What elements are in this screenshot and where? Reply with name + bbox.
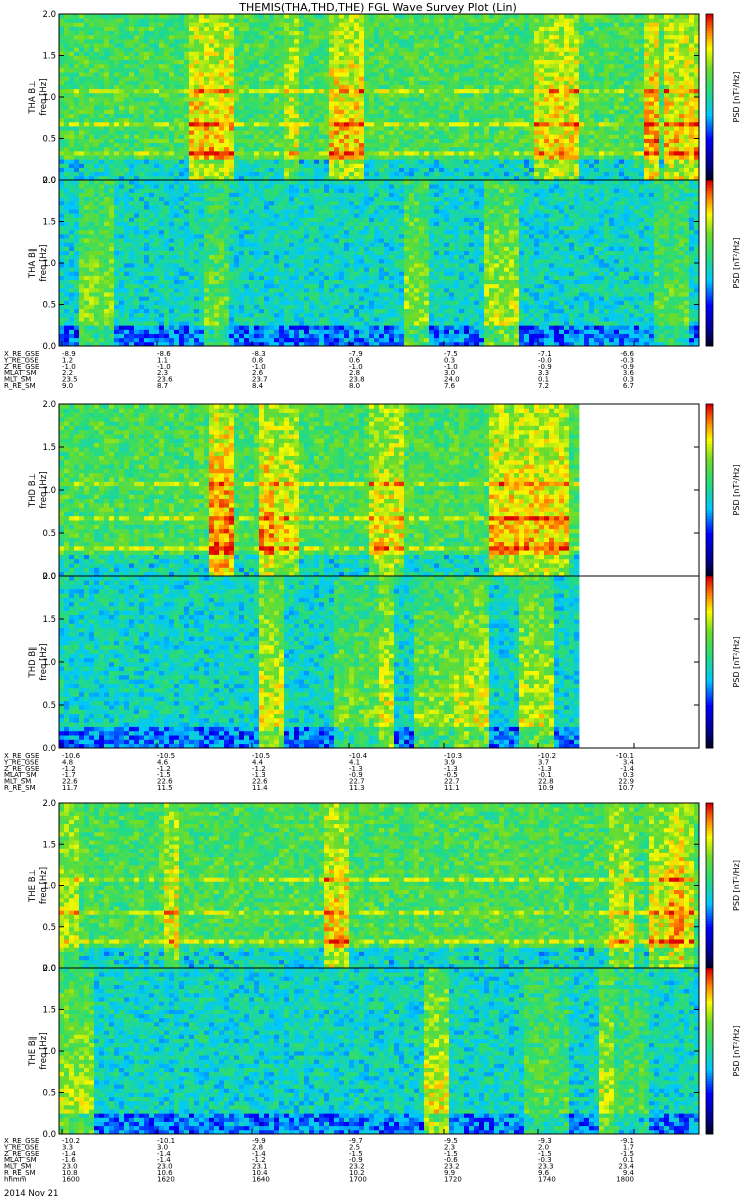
y-tick-label: 0.5 [42,1089,56,1099]
spectrogram-panel-the-par: 0.00.51.01.52.0THE B∥freq [Hz]PSD [nT²/H… [28,964,741,1140]
ephemeris-value: 10.9 [538,784,554,792]
ephemeris-value: 7.6 [444,382,456,390]
ephemeris-value: 1720 [444,1175,462,1183]
colorbar: PSD [nT²/Hz] [706,404,741,577]
heatmap-cells [59,14,699,180]
y-tick-label: 1.5 [42,52,56,62]
y-tick-label: 2.0 [42,176,56,186]
ephemeris-value: 8.7 [157,382,168,390]
spectrogram-panel-the-perp: 0.00.51.01.52.0THE B⊥freq [Hz]PSD [nT²/H… [28,799,741,974]
ephemeris-value: 10.7 [618,784,634,792]
colorbar: PSD [nT²/Hz] [706,180,741,347]
ephemeris-table: X_RE_GSEY_RE_GSEZ_RE_GSEMLAT_SMMLT_SMR_R… [3,1129,635,1183]
colorbar-label: PSD [nT²/Hz] [732,238,741,289]
y-tick-label: 0.0 [42,744,56,754]
ephemeris-value: 8.0 [349,382,360,390]
ephemeris-row-label: hhmm [4,1175,27,1183]
y-tick-label: 2.0 [42,964,56,974]
panel-ylabel: THD B∥ [28,647,38,679]
y-tick-label: 2.0 [42,799,56,809]
ephemeris-value: 8.4 [252,382,264,390]
heatmap-cells [59,180,699,346]
date-label: 2014 Nov 21 [4,1189,58,1199]
heatmap-cells [59,803,699,968]
y-tick-label: 1.5 [42,1006,56,1016]
heatmap-cells [59,968,699,1134]
y-tick-label: 0.0 [42,342,56,352]
ephemeris-value: 1620 [157,1175,175,1183]
colorbar-label: PSD [nT²/Hz] [732,860,741,911]
spectrogram-panel-thd-perp: 0.00.51.01.52.0THD B⊥freq [Hz]PSD [nT²/H… [28,400,741,582]
ephemeris-table: X_RE_GSEY_RE_GSEZ_RE_GSEMLAT_SMMLT_SMR_R… [3,743,635,792]
freq-axis-label: freq [Hz] [39,78,49,115]
y-tick-label: 1.5 [42,840,56,850]
heatmap-cells [59,576,579,748]
colorbar-label: PSD [nT²/Hz] [732,465,741,516]
colorbar-label: PSD [nT²/Hz] [732,637,741,688]
ephemeris-value: 6.7 [623,382,634,390]
y-tick-label: 1.5 [42,443,56,453]
ephemeris-value: 11.1 [444,784,460,792]
ephemeris-value: 9.0 [62,382,73,390]
y-tick-label: 2.0 [42,10,56,20]
ephemeris-value: 7.2 [538,382,549,390]
colorbar: PSD [nT²/Hz] [706,576,741,749]
panel-ylabel: THA B∥ [28,248,38,279]
ephemeris-row-label: R_RE_SM [4,382,36,390]
y-tick-label: 2.0 [42,572,56,582]
colorbar: PSD [nT²/Hz] [706,803,741,969]
panel-ylabel: THE B∥ [28,1036,38,1067]
y-tick-label: 0.5 [42,135,56,145]
colorbar-label: PSD [nT²/Hz] [732,1026,741,1077]
colorbar-label: PSD [nT²/Hz] [732,72,741,123]
spectrogram-panel-tha-perp: 0.00.51.01.52.0THA B⊥freq [Hz]PSD [nT²/H… [28,10,741,186]
colorbar: PSD [nT²/Hz] [706,14,741,181]
freq-axis-label: freq [Hz] [39,643,49,680]
wave-survey-figure: THEMIS(THA,THD,THE) FGL Wave Survey Plot… [0,0,750,1200]
probe-group-the: 0.00.51.01.52.0THE B⊥freq [Hz]PSD [nT²/H… [3,799,741,1183]
ephemeris-value: 1800 [616,1175,634,1183]
figure-title: THEMIS(THA,THD,THE) FGL Wave Survey Plot… [238,1,517,14]
ephemeris-value: 11.4 [252,784,268,792]
y-tick-label: 0.5 [42,301,56,311]
panel-ylabel: THD B⊥ [28,473,38,508]
probe-group-thd: 0.00.51.01.52.0THD B⊥freq [Hz]PSD [nT²/H… [3,400,741,792]
y-tick-label: 2.0 [42,400,56,410]
probe-group-tha: 0.00.51.01.52.0THA B⊥freq [Hz]PSD [nT²/H… [3,10,741,390]
y-tick-label: 1.5 [42,615,56,625]
y-tick-label: 0.5 [42,701,56,711]
spectrogram-panel-thd-par: 0.00.51.01.52.0THD B∥freq [Hz]PSD [nT²/H… [28,572,741,754]
panel-ylabel: THE B⊥ [28,869,38,903]
ephemeris-value: 1700 [349,1175,367,1183]
ephemeris-value: 11.3 [349,784,365,792]
ephemeris-value: 1600 [62,1175,80,1183]
y-tick-label: 0.5 [42,923,56,933]
freq-axis-label: freq [Hz] [39,471,49,508]
ephemeris-value: 11.7 [62,784,78,792]
freq-axis-label: freq [Hz] [39,244,49,281]
colorbar: PSD [nT²/Hz] [706,968,741,1135]
ephemeris-row-label: R_RE_SM [4,784,36,792]
spectrogram-panel-tha-par: 0.00.51.01.52.0THA B∥freq [Hz]PSD [nT²/H… [28,176,741,352]
y-tick-label: 0.5 [42,529,56,539]
y-tick-label: 1.5 [42,218,56,228]
ephemeris-value: 1640 [252,1175,270,1183]
figure-root: THEMIS(THA,THD,THE) FGL Wave Survey Plot… [0,0,750,1204]
ephemeris-table: X_RE_GSEY_RE_GSEZ_RE_GSEMLAT_SMMLT_SMR_R… [3,341,635,390]
ephemeris-value: 1740 [538,1175,556,1183]
freq-axis-label: freq [Hz] [39,1032,49,1069]
y-tick-label: 0.0 [42,1130,56,1140]
freq-axis-label: freq [Hz] [39,867,49,904]
panel-ylabel: THA B⊥ [28,80,38,114]
heatmap-cells [59,404,579,576]
ephemeris-value: 11.5 [157,784,173,792]
